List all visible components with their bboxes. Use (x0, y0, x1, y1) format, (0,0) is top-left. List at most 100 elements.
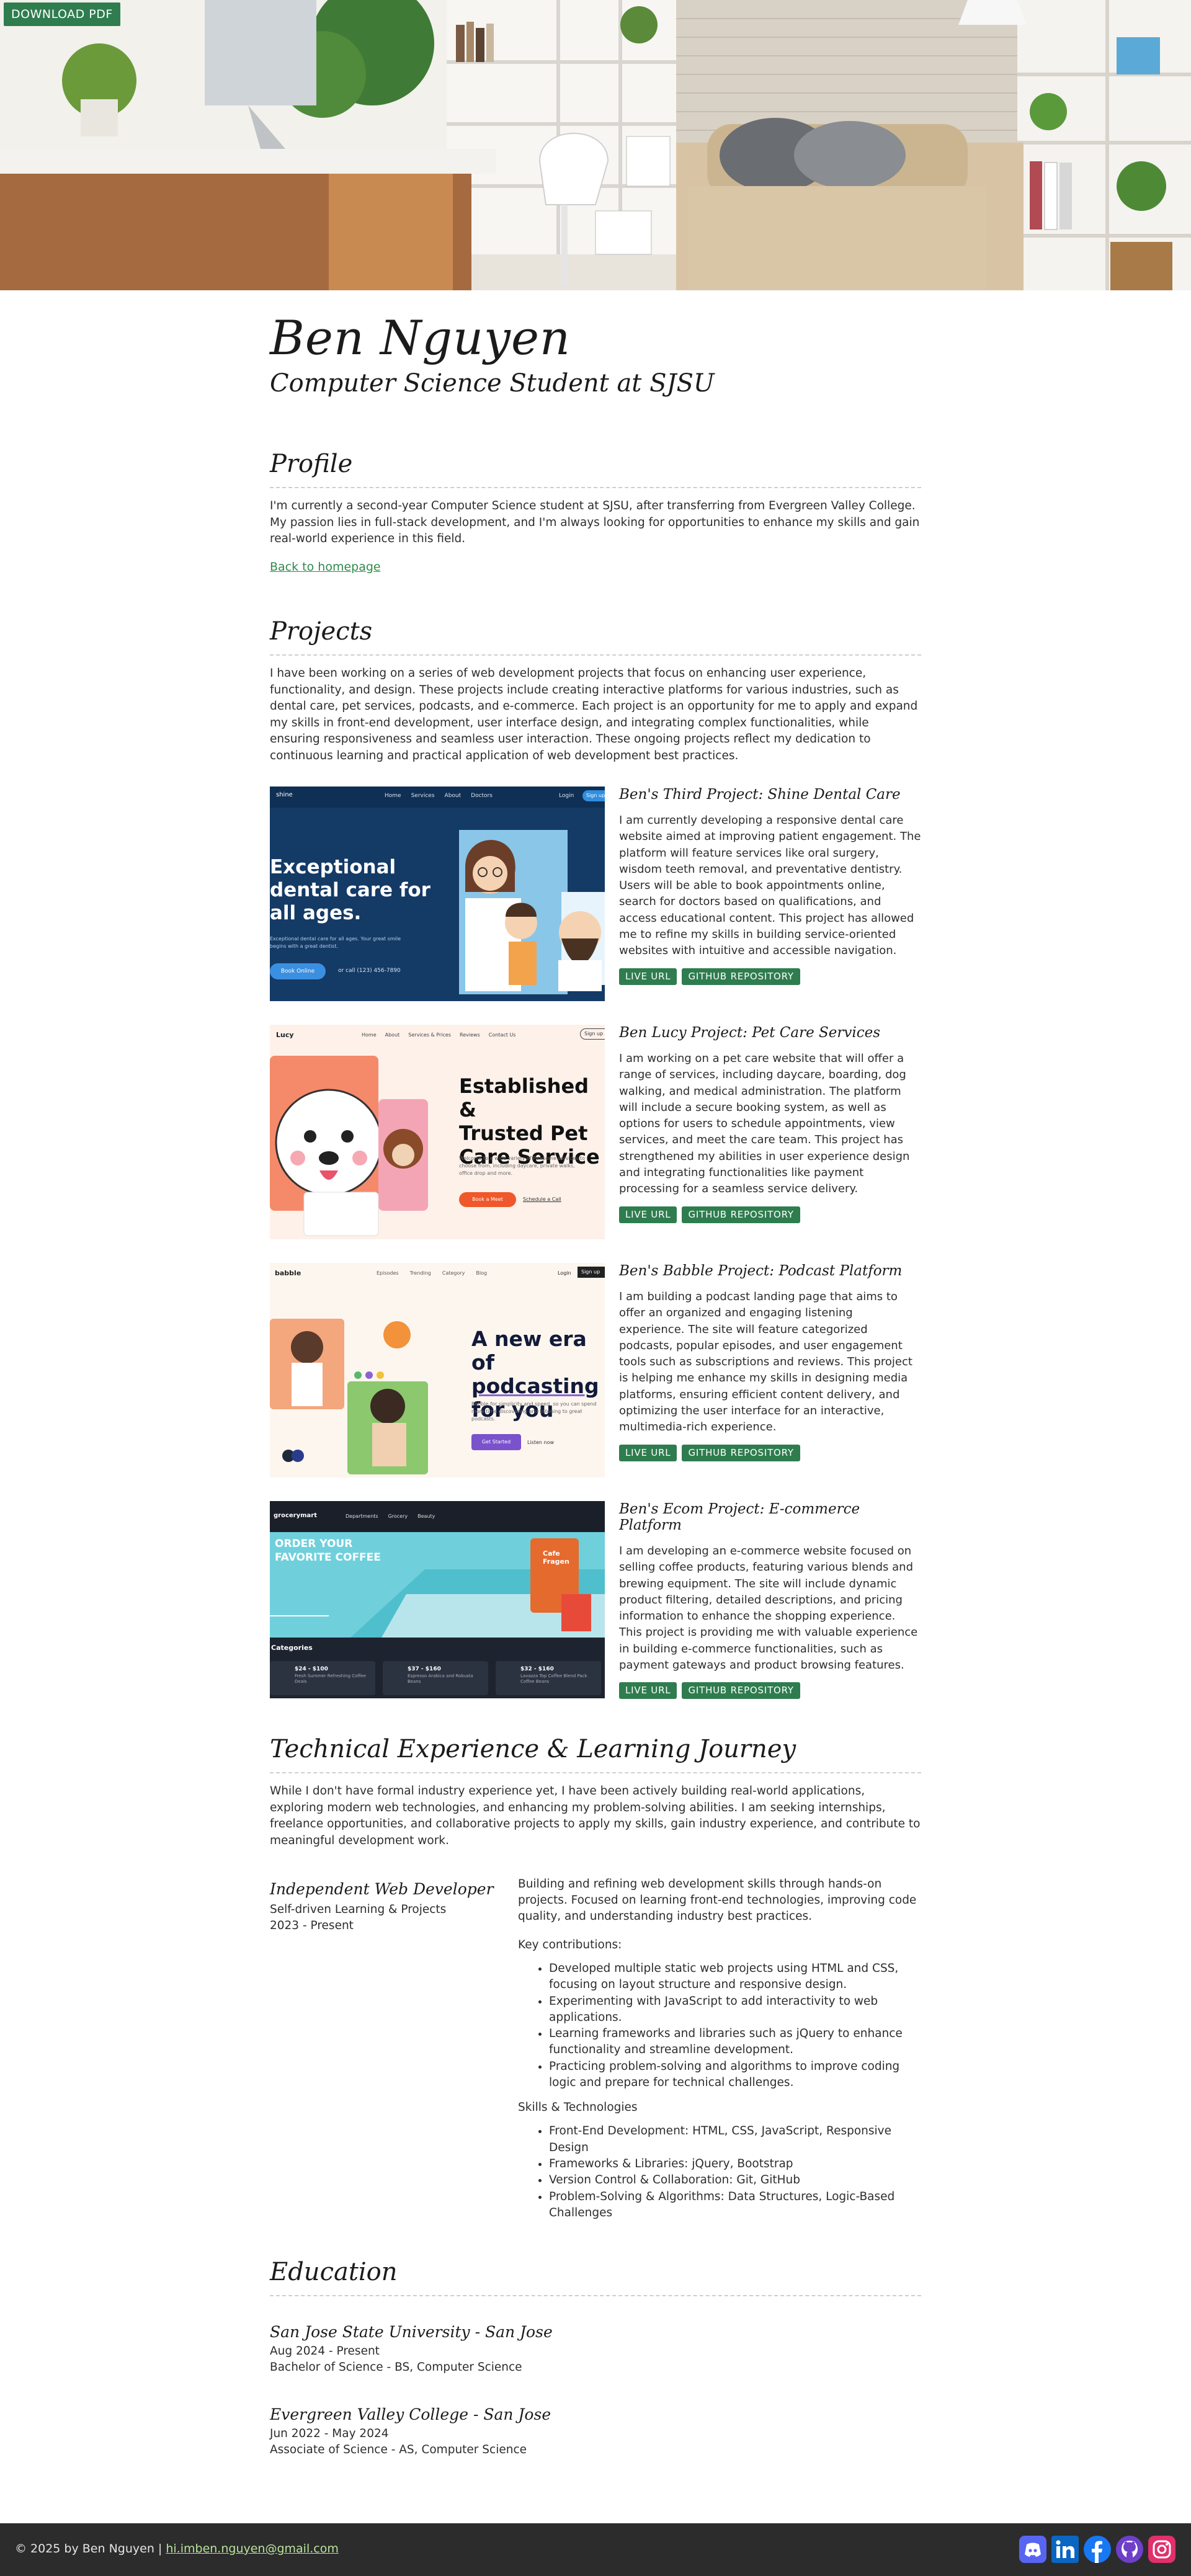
thumb-bag-label: Fragen (543, 1558, 569, 1566)
live-url-button[interactable]: LIVE URL (619, 968, 677, 985)
thumb-nav-item: About (444, 793, 462, 799)
thumb-card-label: Lavazza Top Coffee Blend Pack Coffee Bea… (520, 1674, 587, 1684)
thumb-nav-item: Trending (409, 1270, 431, 1276)
section-title-experience: Technical Experience & Learning Journey (270, 1735, 921, 1773)
thumb-headline: podcasting (471, 1374, 599, 1398)
role-organization: Self-driven Learning & Projects (270, 1903, 447, 1916)
thumb-button: Book a Meet (459, 1192, 516, 1207)
list-item: Experimenting with JavaScript to add int… (549, 1994, 921, 2026)
list-item: Frameworks & Libraries: jQuery, Bootstra… (549, 2156, 921, 2172)
project-title: Ben's Babble Project: Podcast Platform (619, 1263, 903, 1279)
back-to-homepage-link[interactable]: Back to homepage (270, 560, 381, 574)
footer-copyright: © 2025 by Ben Nguyen | hi.imben.nguyen@g… (15, 2542, 339, 2556)
hero-photo (0, 0, 1191, 290)
email-link[interactable]: hi.imben.nguyen@gmail.com (166, 2542, 339, 2556)
live-url-button[interactable]: LIVE URL (619, 1444, 677, 1461)
project-title: Ben's Ecom Project: E-commerce Platform (619, 1501, 860, 1533)
thumb-button: Get Started (471, 1434, 521, 1450)
list-item: Problem-Solving & Algorithms: Data Struc… (549, 2189, 921, 2222)
skills-label: Skills & Technologies (518, 2101, 638, 2115)
thumb-nav-item: About (385, 1032, 400, 1038)
thumb-logo: grocerymart (274, 1512, 317, 1519)
section-title-profile: Profile (270, 450, 921, 488)
project-info: Ben's Third Project: Shine Dental Care I… (619, 787, 921, 985)
linkedin-icon[interactable] (1051, 2536, 1079, 2563)
school-dates: Aug 2024 - Present (270, 2345, 380, 2358)
list-item: Developed multiple static web projects u… (549, 1961, 921, 1994)
role-summary: Building and refining web development sk… (518, 1878, 917, 1923)
project-description: I am working on a pet care website that … (619, 1052, 910, 1196)
footer: © 2025 by Ben Nguyen | hi.imben.nguyen@g… (0, 2523, 1191, 2576)
page-subtitle: Computer Science Student at SJSU (270, 369, 715, 398)
list-item: Learning frameworks and libraries such a… (549, 2026, 921, 2059)
thumb-card-price: $24 - $100 (295, 1666, 328, 1672)
thumb-headline: Exceptional (270, 856, 396, 878)
github-repository-button[interactable]: GITHUB REPOSITORY (682, 1206, 800, 1223)
school-name: San Jose State University - San Jose (270, 2323, 553, 2341)
list-item: Practicing problem-solving and algorithm… (549, 2059, 921, 2092)
list-item: Front-End Development: HTML, CSS, JavaSc… (549, 2123, 921, 2156)
project-screenshot[interactable]: grocerymart Departments Grocery Beauty O… (270, 1501, 605, 1698)
project-card: shine Home Services About Doctors Login … (270, 787, 921, 1001)
role-dates: 2023 - Present (270, 1919, 354, 1932)
school-degree: Bachelor of Science - BS, Computer Scien… (270, 2361, 522, 2374)
github-repository-button[interactable]: GITHUB REPOSITORY (682, 968, 800, 985)
thumb-button: Book Online (270, 963, 326, 979)
thumb-nav-item: Contact Us (488, 1032, 516, 1038)
download-pdf-button[interactable]: DOWNLOAD PDF (4, 2, 120, 26)
thumb-headline: Established & (459, 1074, 589, 1121)
puppy-illustration (270, 1056, 428, 1236)
thumb-signup: Sign up (578, 1267, 605, 1278)
school-dates: Jun 2022 - May 2024 (270, 2427, 389, 2440)
education-entry: San Jose State University - San Jose Aug… (270, 2323, 921, 2376)
podcast-illustration (270, 1319, 428, 1474)
facebook-icon[interactable] (1084, 2536, 1111, 2563)
coffee-illustration (270, 1538, 605, 1638)
experience-entry: Independent Web Developer Self-driven Le… (270, 1876, 921, 2224)
github-repository-button[interactable]: GITHUB REPOSITORY (682, 1444, 800, 1461)
thumb-phone: or call (123) 456-7890 (338, 968, 401, 974)
thumb-nav-item: Services (411, 793, 435, 799)
project-info: Ben's Babble Project: Podcast Platform I… (619, 1263, 921, 1461)
project-card: grocerymart Departments Grocery Beauty O… (270, 1501, 921, 1700)
thumb-button-secondary: Schedule a Call (523, 1197, 561, 1202)
school-name: Evergreen Valley College - San Jose (270, 2405, 551, 2423)
thumb-category-card: $37 - $160 Espresso Arabica and Robusta … (383, 1661, 488, 1695)
github-repository-button[interactable]: GITHUB REPOSITORY (682, 1682, 800, 1700)
thumb-card-price: $32 - $160 (520, 1666, 554, 1672)
thumb-subtext: Exceptional dental care for all ages. Yo… (270, 936, 401, 949)
project-screenshot[interactable]: shine Home Services About Doctors Login … (270, 787, 605, 1001)
project-screenshot[interactable]: Lucy Home About Services & Prices Review… (270, 1025, 605, 1239)
project-title: Ben's Third Project: Shine Dental Care (619, 787, 901, 803)
project-info: Ben Lucy Project: Pet Care Services I am… (619, 1025, 921, 1223)
thumb-subtext: Welcome to a wide variety of Pawsome ser… (459, 1156, 585, 1176)
profile-text: I'm currently a second-year Computer Sci… (270, 499, 920, 545)
school-degree: Associate of Science - AS, Computer Scie… (270, 2443, 527, 2456)
instagram-icon[interactable] (1148, 2536, 1175, 2563)
dentist-illustration (459, 830, 605, 994)
thumb-logo: shine (276, 791, 293, 798)
live-url-button[interactable]: LIVE URL (619, 1206, 677, 1223)
page-title: Ben Nguyen (270, 310, 571, 365)
contributions-list: Developed multiple static web projects u… (549, 1961, 921, 2091)
project-description: I am currently developing a responsive d… (619, 814, 921, 958)
thumb-logo: babble (275, 1269, 301, 1277)
thumb-headline: Trusted Pet (459, 1121, 588, 1145)
thumb-nav-item: Episodes (377, 1270, 399, 1276)
thumb-nav-item: Services & Prices (408, 1032, 452, 1038)
project-title: Ben Lucy Project: Pet Care Services (619, 1025, 880, 1041)
thumb-category-card: $32 - $160 Lavazza Top Coffee Blend Pack… (496, 1661, 601, 1695)
page-header: Ben Nguyen Computer Science Student at S… (270, 310, 921, 398)
thumb-bag-label: Cafe (543, 1549, 560, 1558)
project-screenshot[interactable]: babble Episodes Trending Category Blog L… (270, 1263, 605, 1477)
thumb-cta: Sign up (582, 790, 605, 801)
projects-section: Projects I have been working on a series… (270, 617, 921, 764)
github-icon[interactable] (1116, 2536, 1143, 2563)
live-url-button[interactable]: LIVE URL (619, 1682, 677, 1700)
thumb-logo: Lucy (276, 1031, 294, 1039)
thumb-nav-item: Doctors (471, 793, 493, 799)
experience-intro: While I don't have formal industry exper… (270, 1785, 921, 1847)
discord-icon[interactable] (1019, 2536, 1046, 2563)
education-entry: Evergreen Valley College - San Jose Jun … (270, 2405, 921, 2458)
thumb-subtext: Babble for simplicity and speed, so you … (471, 1401, 597, 1422)
